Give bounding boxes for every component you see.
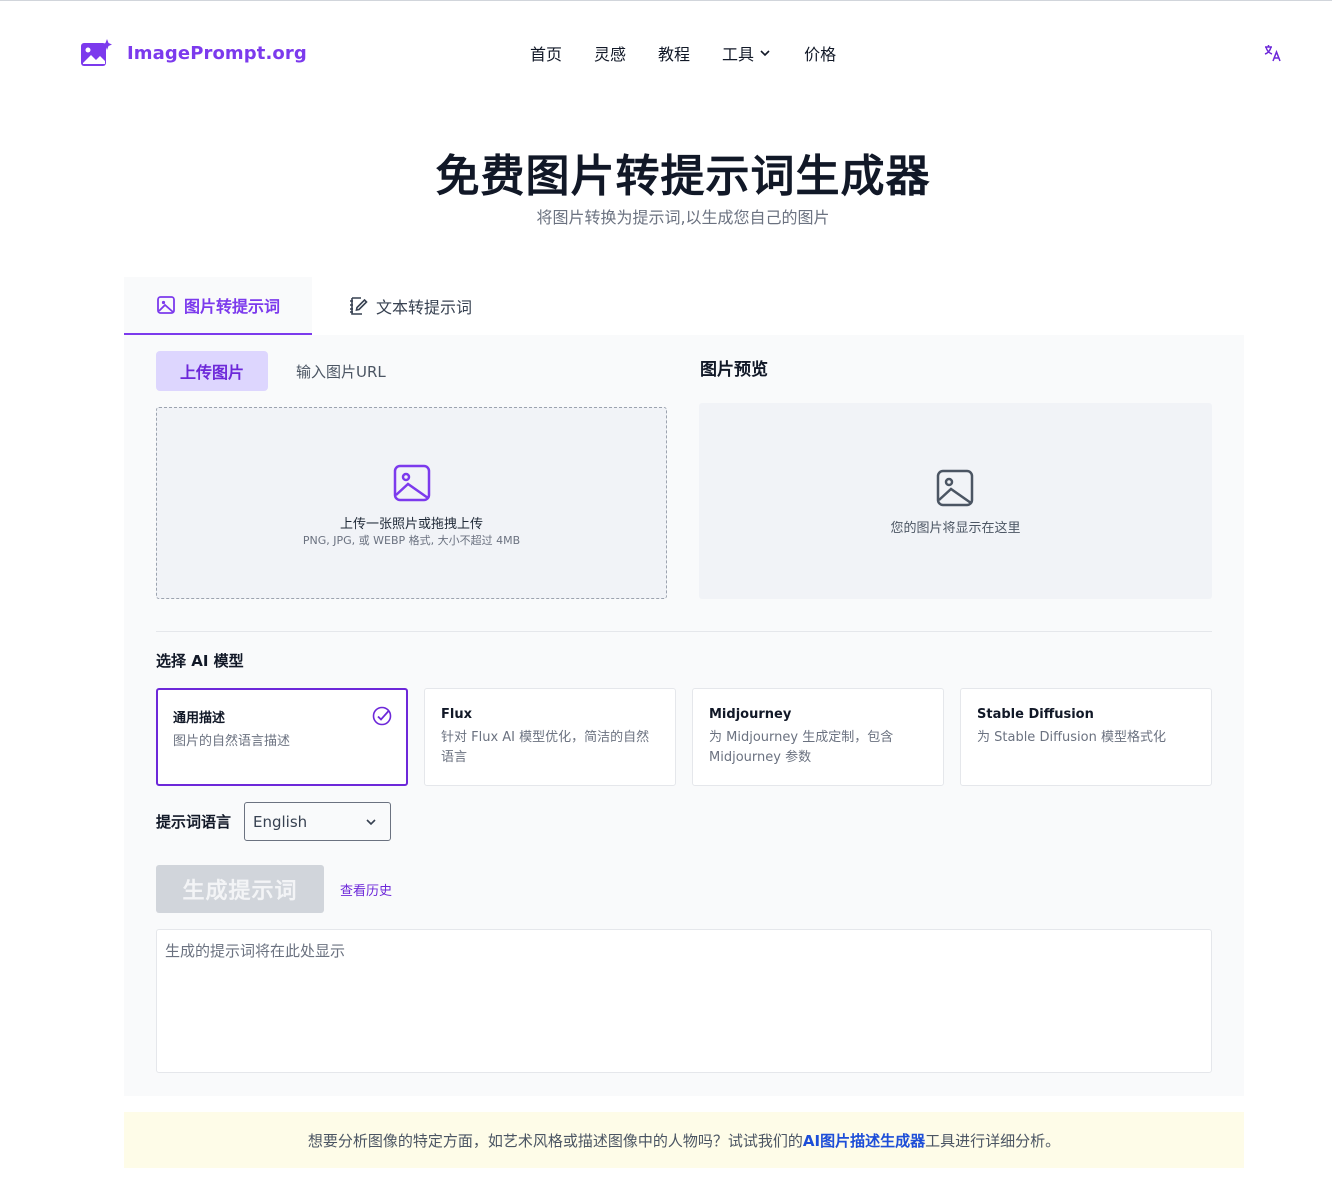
dropzone-format-text: PNG, JPG, 或 WEBP 格式, 大小不超过 4MB xyxy=(302,534,521,547)
prompt-language-value: English xyxy=(253,812,308,831)
prompt-output-textarea[interactable]: 生成的提示词将在此处显示 xyxy=(156,929,1212,1073)
image-description-generator-link[interactable]: AI图片描述生成器 xyxy=(803,1130,925,1151)
nav-pricing[interactable]: 价格 xyxy=(804,41,836,65)
banner-text-before: 想要分析图像的特定方面，如艺术风格或描述图像中的人物吗？试试我们的 xyxy=(307,1131,803,1150)
mode-tabs: 图片转提示词 文本转提示词 xyxy=(124,277,1244,335)
nav-inspiration[interactable]: 灵感 xyxy=(594,41,626,65)
nav-home-label: 首页 xyxy=(530,45,563,64)
model-name: Flux xyxy=(441,707,472,722)
nav-inspiration-label: 灵感 xyxy=(594,45,627,64)
tab-text-to-prompt[interactable]: 文本转提示词 xyxy=(316,277,504,335)
model-name: Stable Diffusion xyxy=(977,707,1094,722)
nav-tools[interactable]: 工具 xyxy=(722,41,772,65)
tab-text-to-prompt-label: 文本转提示词 xyxy=(376,298,473,317)
image-preview: 您的图片将显示在这里 xyxy=(699,403,1212,599)
model-section-label: 选择 AI 模型 xyxy=(156,652,244,670)
model-card-stable-diffusion[interactable]: Stable Diffusion 为 Stable Diffusion 模型格式… xyxy=(960,688,1212,786)
model-desc: 针对 Flux AI 模型优化，简洁的自然语言 xyxy=(441,730,650,765)
logo-icon xyxy=(81,39,112,66)
model-desc: 为 Stable Diffusion 模型格式化 xyxy=(977,730,1166,745)
main-nav: 首页 灵感 教程 工具 价格 xyxy=(530,41,836,65)
preview-title: 图片预览 xyxy=(700,360,768,380)
page-title: 免费图片转提示词生成器 xyxy=(435,151,931,202)
prompt-language-label: 提示词语言 xyxy=(156,813,232,831)
model-card-midjourney[interactable]: Midjourney 为 Midjourney 生成定制，包含 Midjourn… xyxy=(692,688,944,786)
logo-text: ImagePrompt.org xyxy=(127,42,307,64)
preview-placeholder-text: 您的图片将显示在这里 xyxy=(890,521,1021,536)
tab-image-to-prompt-label: 图片转提示词 xyxy=(184,297,281,316)
chevron-down-icon xyxy=(366,819,376,826)
tab-image-to-prompt[interactable]: 图片转提示词 xyxy=(124,277,312,335)
image-icon xyxy=(157,296,175,314)
tool-panel: 上传图片 输入图片URL 上传一张照片或拖拽上传 PNG, JPG, 或 WEB… xyxy=(124,335,1244,1096)
upload-dropzone[interactable]: 上传一张照片或拖拽上传 PNG, JPG, 或 WEBP 格式, 大小不超过 4… xyxy=(156,407,667,599)
nav-tutorials[interactable]: 教程 xyxy=(658,41,690,65)
image-upload-icon xyxy=(393,464,431,502)
model-name: Midjourney xyxy=(709,707,792,722)
image-url-tab[interactable]: 输入图片URL xyxy=(296,361,386,382)
model-card-flux[interactable]: Flux 针对 Flux AI 模型优化，简洁的自然语言 xyxy=(424,688,676,786)
model-desc: 为 Midjourney 生成定制，包含 Midjourney 参数 xyxy=(709,730,894,765)
prompt-language-select[interactable]: English xyxy=(244,802,391,841)
nav-tutorials-label: 教程 xyxy=(658,45,691,64)
image-placeholder-icon xyxy=(936,469,974,507)
view-history-link[interactable]: 查看历史 xyxy=(340,880,392,899)
nav-pricing-label: 价格 xyxy=(804,45,837,64)
dropzone-main-text: 上传一张照片或拖拽上传 xyxy=(339,517,483,532)
notebook-pen-icon xyxy=(350,297,368,315)
section-divider xyxy=(156,631,1212,632)
page-subtitle: 将图片转换为提示词,以生成您自己的图片 xyxy=(536,208,830,227)
chevron-down-icon xyxy=(760,50,770,57)
logo-link[interactable]: ImagePrompt.org xyxy=(80,38,307,68)
site-header: ImagePrompt.org 首页 灵感 教程 工具 价格 xyxy=(0,0,1332,104)
nav-tools-label: 工具 xyxy=(722,45,755,64)
nav-home[interactable]: 首页 xyxy=(530,41,562,65)
check-circle-icon xyxy=(372,706,392,726)
model-desc: 图片的自然语言描述 xyxy=(173,734,291,749)
info-banner: 想要分析图像的特定方面，如艺术风格或描述图像中的人物吗？试试我们的 AI图片描述生… xyxy=(124,1112,1244,1168)
model-card-general[interactable]: 通用描述 图片的自然语言描述 xyxy=(156,688,408,786)
upload-image-tab[interactable]: 上传图片 xyxy=(156,351,268,391)
banner-text-after: 工具进行详细分析。 xyxy=(925,1131,1061,1150)
generate-prompt-button[interactable]: 生成提示词 xyxy=(156,865,324,913)
model-name: 通用描述 xyxy=(173,711,226,726)
translate-icon[interactable] xyxy=(1264,44,1282,62)
